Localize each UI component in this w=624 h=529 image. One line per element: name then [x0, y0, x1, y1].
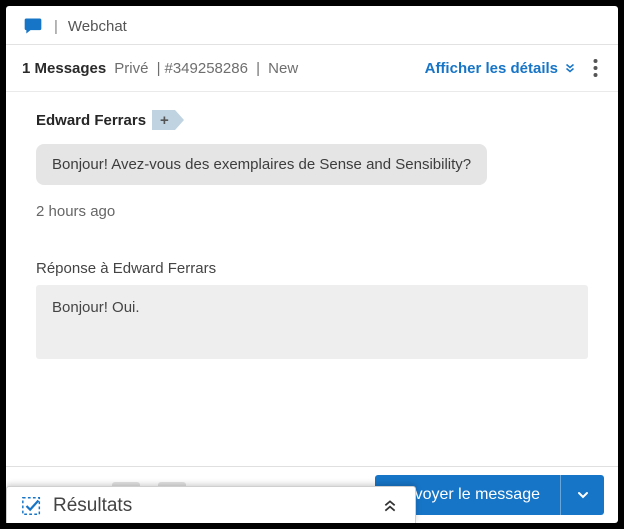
sender-name: Edward Ferrars: [36, 112, 146, 129]
reply-to-label: Réponse à Edward Ferrars: [36, 260, 588, 277]
results-panel[interactable]: Résultats: [6, 486, 416, 523]
chevron-double-down-icon: [564, 62, 576, 74]
reply-input[interactable]: Bonjour! Oui.: [36, 285, 588, 359]
add-tag-button[interactable]: +: [152, 110, 175, 130]
channel-header: | Webchat: [6, 6, 618, 45]
privacy-label: Privé: [114, 60, 148, 77]
chat-app: | Webchat 1 Messages Privé | #349258286 …: [6, 6, 618, 523]
ticket-meta: 1 Messages Privé | #349258286 | New: [22, 60, 425, 77]
ticket-header: 1 Messages Privé | #349258286 | New Affi…: [6, 45, 618, 92]
message-thread: Edward Ferrars + Bonjour! Avez-vous des …: [6, 92, 618, 466]
chevron-down-icon: [575, 487, 591, 503]
message-timestamp: 2 hours ago: [36, 203, 588, 220]
ticket-status: New: [268, 60, 298, 77]
results-label: Résultats: [53, 495, 381, 517]
chevron-double-up-icon[interactable]: [381, 498, 399, 514]
show-details-link[interactable]: Afficher les détails: [425, 60, 576, 77]
message-count: 1 Messages: [22, 60, 106, 77]
ticket-id: #349258286: [165, 60, 248, 77]
separator: |: [252, 60, 264, 77]
show-details-label: Afficher les détails: [425, 60, 558, 77]
message-bubble: Bonjour! Avez-vous des exemplaires de Se…: [36, 144, 487, 185]
separator: |: [54, 18, 58, 35]
sender-row: Edward Ferrars +: [36, 110, 588, 130]
checklist-icon: [21, 495, 43, 517]
separator: |: [152, 60, 160, 77]
more-menu-button[interactable]: [582, 55, 608, 81]
chat-icon: [22, 16, 44, 36]
channel-name: Webchat: [68, 18, 127, 35]
send-options-button[interactable]: [560, 475, 604, 515]
